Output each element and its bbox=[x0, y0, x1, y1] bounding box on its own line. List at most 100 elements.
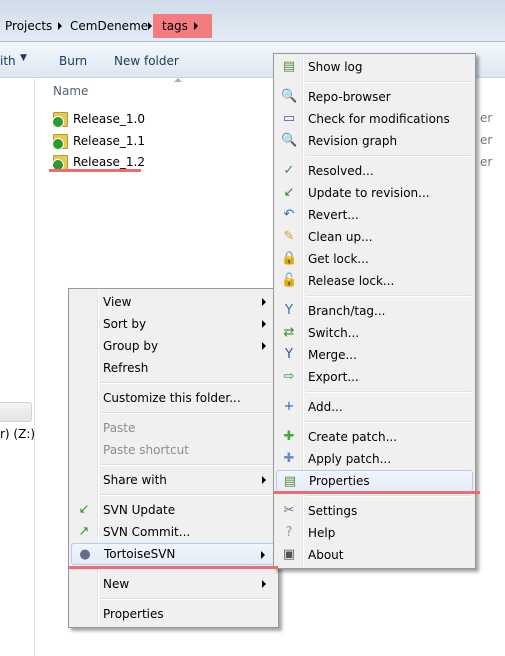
menu-item-view[interactable]: View bbox=[71, 291, 276, 313]
svn-commit-icon: ↗ bbox=[78, 524, 90, 539]
menu-item-create-patch[interactable]: ✚ Create patch... bbox=[276, 426, 473, 448]
settings-icon: ✂ bbox=[283, 503, 295, 518]
menu-item-group-by[interactable]: Group by bbox=[71, 335, 276, 357]
show-log-icon: ▤ bbox=[282, 59, 296, 74]
menu-item-paste-shortcut[interactable]: Paste shortcut bbox=[71, 439, 276, 461]
new-folder-button[interactable]: New folder bbox=[114, 54, 179, 68]
menu-item-sort-by[interactable]: Sort by bbox=[71, 313, 276, 335]
menu-item-label: Add... bbox=[308, 400, 343, 414]
annotation-underline bbox=[68, 566, 278, 569]
menu-item-label: Update to revision... bbox=[308, 186, 430, 200]
menu-item-repo-browser[interactable]: 🔍 Repo-browser bbox=[276, 86, 473, 108]
menu-item-label: Show log bbox=[308, 60, 363, 74]
menu-item-share-with[interactable]: Share with bbox=[71, 469, 276, 491]
menu-item-update-to-revision[interactable]: ↙ Update to revision... bbox=[276, 182, 473, 204]
menu-item-revision-graph[interactable]: 🔍 Revision graph bbox=[276, 130, 473, 152]
submenu-arrow-icon bbox=[262, 342, 266, 350]
menu-item-label: Customize this folder... bbox=[103, 391, 241, 405]
nav-item-selected[interactable] bbox=[0, 402, 32, 422]
column-header-name[interactable]: Name bbox=[53, 84, 88, 98]
file-name: Release_1.1 bbox=[73, 134, 145, 148]
menu-item-refresh[interactable]: Refresh bbox=[71, 357, 276, 379]
add-icon: + bbox=[283, 399, 295, 414]
menu-item-clean-up[interactable]: ✎ Clean up... bbox=[276, 226, 473, 248]
menu-item-paste[interactable]: Paste bbox=[71, 417, 276, 439]
file-name: Release_1.0 bbox=[73, 112, 145, 126]
menu-item-label: About bbox=[308, 548, 344, 562]
tortoise-icon: ● bbox=[79, 547, 91, 562]
submenu-arrow-icon bbox=[262, 298, 266, 306]
resolved-icon: ✓ bbox=[283, 163, 295, 178]
breadcrumb-cemdeneme[interactable]: CemDeneme bbox=[70, 19, 148, 33]
menu-item-properties[interactable]: ▤ Properties bbox=[276, 470, 473, 492]
menu-item-branch-tag[interactable]: Y Branch/tag... bbox=[276, 300, 473, 322]
menu-item-label: Paste bbox=[103, 421, 136, 435]
menu-separator bbox=[71, 409, 276, 417]
menu-item-settings[interactable]: ✂ Settings bbox=[276, 500, 473, 522]
breadcrumb-projects[interactable]: Projects bbox=[5, 19, 52, 33]
menu-item-label: Check for modifications bbox=[308, 112, 450, 126]
menu-item-properties[interactable]: Properties bbox=[71, 603, 276, 625]
menu-item-switch[interactable]: ⇄ Switch... bbox=[276, 322, 473, 344]
menu-item-label: Refresh bbox=[103, 361, 149, 375]
menu-item-apply-patch[interactable]: ✚ Apply patch... bbox=[276, 448, 473, 470]
menu-item-get-lock[interactable]: 🔒 Get lock... bbox=[276, 248, 473, 270]
merge-icon: Y bbox=[285, 347, 293, 362]
breadcrumb-arrow-icon[interactable] bbox=[58, 22, 62, 30]
menu-item-help[interactable]: ? Help bbox=[276, 522, 473, 544]
file-row[interactable]: Release_1.0 bbox=[52, 109, 145, 129]
menu-item-label: Paste shortcut bbox=[103, 443, 189, 457]
navigation-pane bbox=[0, 79, 35, 656]
menu-item-label: Export... bbox=[308, 370, 359, 384]
menu-item-svn-update[interactable]: ↙ SVN Update bbox=[71, 499, 276, 521]
share-with-button[interactable]: ith bbox=[0, 54, 16, 68]
file-type: er bbox=[480, 111, 493, 125]
sort-arrow-icon bbox=[174, 78, 182, 82]
menu-item-label: View bbox=[103, 295, 132, 309]
help-icon: ? bbox=[285, 525, 293, 540]
menu-item-show-log[interactable]: ▤ Show log bbox=[276, 56, 473, 78]
file-type: er bbox=[480, 133, 493, 147]
menu-item-new[interactable]: New bbox=[71, 573, 276, 595]
breadcrumb-tags[interactable]: tags bbox=[162, 19, 188, 33]
menu-item-label: Repo-browser bbox=[308, 90, 391, 104]
chevron-down-icon[interactable]: ▼ bbox=[20, 53, 27, 63]
menu-item-release-lock[interactable]: 🔓 Release lock... bbox=[276, 270, 473, 292]
address-bar[interactable]: Projects CemDeneme tags bbox=[0, 0, 505, 42]
menu-separator bbox=[71, 379, 276, 387]
menu-item-tortoisesvn[interactable]: ● TortoiseSVN bbox=[71, 543, 276, 565]
menu-item-export[interactable]: ⇨ Export... bbox=[276, 366, 473, 388]
submenu-arrow-icon bbox=[262, 476, 266, 484]
menu-separator bbox=[71, 491, 276, 499]
menu-separator bbox=[276, 78, 473, 86]
breadcrumb-arrow-icon[interactable] bbox=[194, 22, 198, 30]
menu-item-merge[interactable]: Y Merge... bbox=[276, 344, 473, 366]
menu-item-svn-commit[interactable]: ↗ SVN Commit... bbox=[71, 521, 276, 543]
menu-separator bbox=[71, 595, 276, 603]
update-revision-icon: ↙ bbox=[283, 185, 295, 200]
create-patch-icon: ✚ bbox=[283, 429, 295, 444]
burn-button[interactable]: Burn bbox=[59, 54, 87, 68]
menu-item-label: Switch... bbox=[308, 326, 360, 340]
menu-item-label: TortoiseSVN bbox=[104, 547, 176, 561]
lock-icon: 🔒 bbox=[281, 251, 298, 266]
breadcrumb-arrow-icon[interactable] bbox=[148, 22, 152, 30]
context-menu: View Sort by Group by Refresh Customize this… bbox=[68, 288, 279, 628]
menu-item-customize-this-folder[interactable]: Customize this folder... bbox=[71, 387, 276, 409]
menu-item-add[interactable]: + Add... bbox=[276, 396, 473, 418]
apply-patch-icon: ✚ bbox=[283, 451, 295, 466]
menu-item-label: Get lock... bbox=[308, 252, 369, 266]
menu-item-check-for-modifications[interactable]: ▭ Check for modifications bbox=[276, 108, 473, 130]
nav-drive-z[interactable]: r) (Z:) bbox=[0, 427, 35, 441]
menu-item-label: Revert... bbox=[308, 208, 359, 222]
menu-separator bbox=[71, 461, 276, 469]
menu-item-label: Group by bbox=[103, 339, 159, 353]
menu-item-label: Apply patch... bbox=[308, 452, 392, 466]
menu-item-revert[interactable]: ↶ Revert... bbox=[276, 204, 473, 226]
menu-item-about[interactable]: ▣ About bbox=[276, 544, 473, 566]
menu-item-label: SVN Commit... bbox=[103, 525, 191, 539]
repo-browser-icon: 🔍 bbox=[281, 89, 298, 104]
file-name: Release_1.2 bbox=[73, 155, 145, 169]
menu-item-resolved[interactable]: ✓ Resolved... bbox=[276, 160, 473, 182]
file-row[interactable]: Release_1.1 bbox=[52, 131, 145, 151]
